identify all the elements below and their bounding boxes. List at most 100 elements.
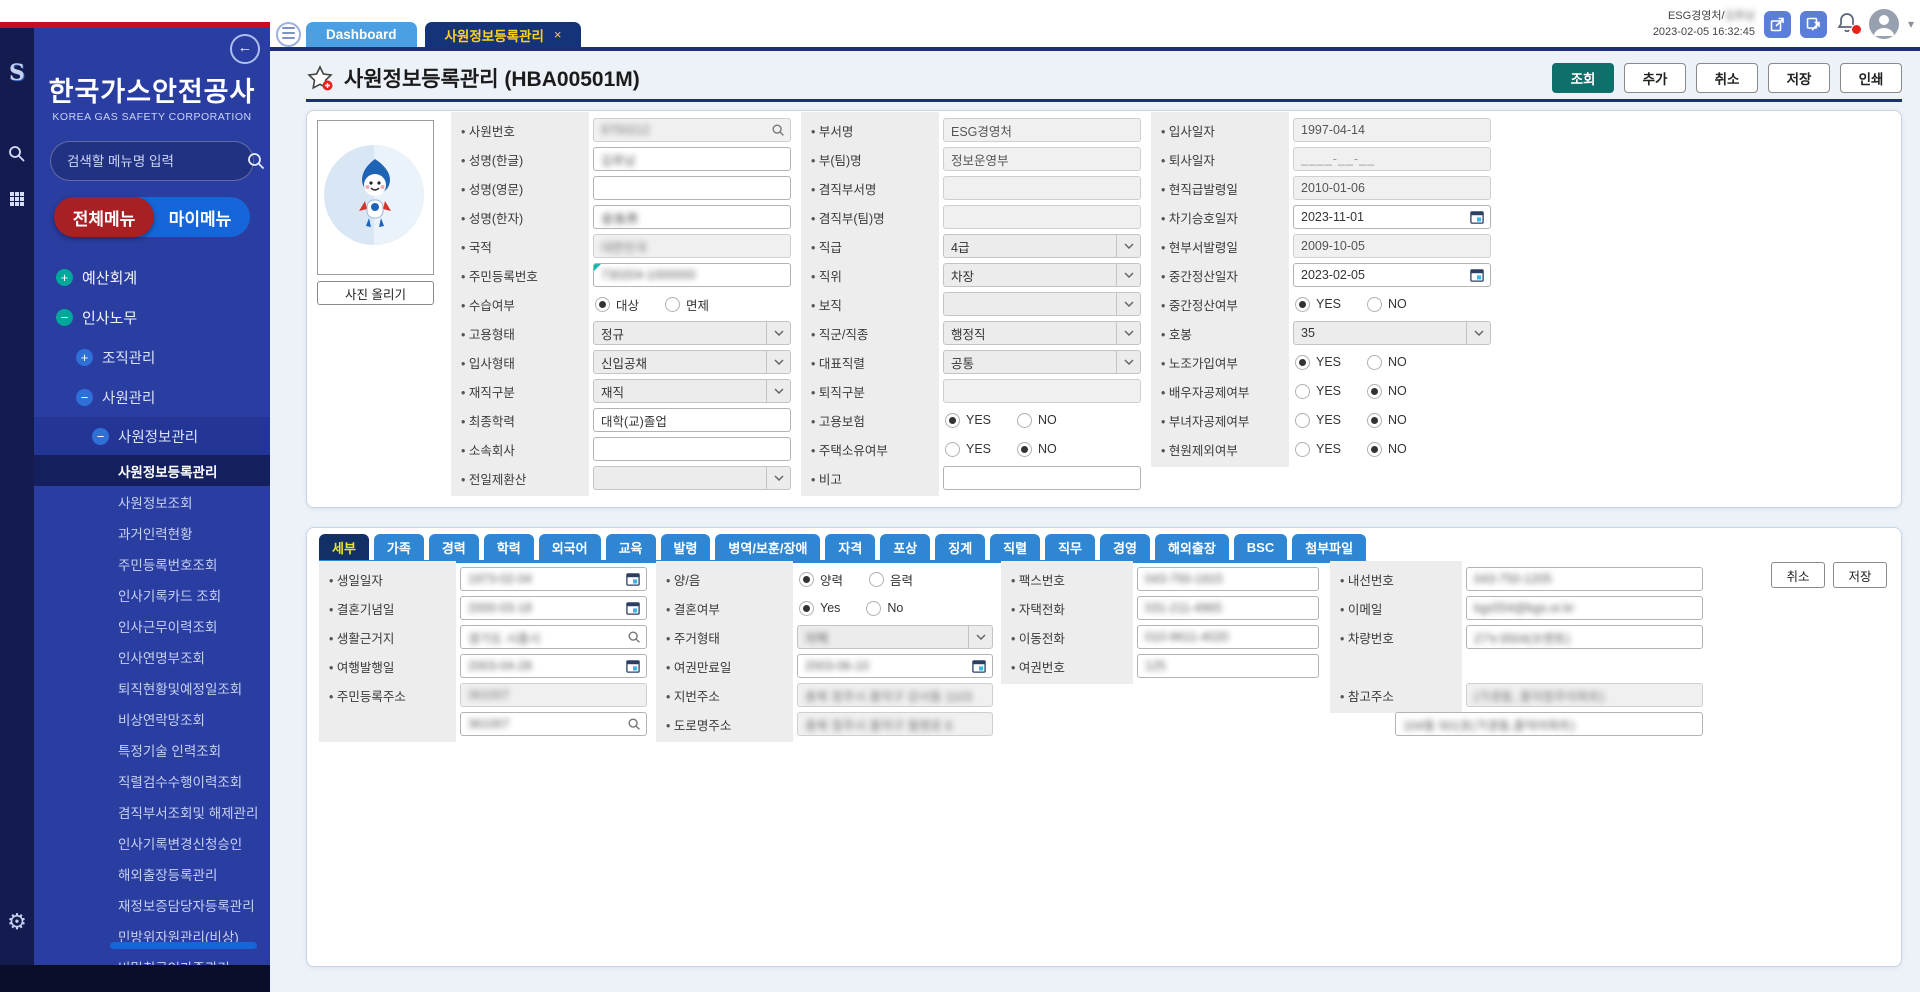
text-input[interactable] xyxy=(593,176,791,200)
calendar-icon[interactable] xyxy=(625,659,641,674)
sidebar-menu-item[interactable]: 인사기록변경신청승인 xyxy=(34,827,270,858)
radio-selected-icon[interactable] xyxy=(945,413,960,428)
detail-tab[interactable]: 자격 xyxy=(825,534,875,560)
text-input[interactable]: 125 xyxy=(1137,654,1319,678)
detail-tab[interactable]: 학력 xyxy=(484,534,534,560)
radio-option[interactable]: NO xyxy=(1367,413,1407,428)
page-tab[interactable]: 사원정보등록관리× xyxy=(425,22,582,47)
radio-selected-icon[interactable] xyxy=(1017,442,1032,457)
text-input[interactable]: 104동 501호(가경동,흥덕아파트) xyxy=(1395,712,1703,736)
text-input[interactable]: 010-9611-4020 xyxy=(1137,625,1319,649)
select-field[interactable]: 정규 xyxy=(593,321,791,345)
radio-selected-icon[interactable] xyxy=(1367,442,1382,457)
rail-search-icon[interactable] xyxy=(0,144,34,164)
radio-option[interactable]: NO xyxy=(1367,355,1407,370)
collapse-minus-icon[interactable]: − xyxy=(92,428,109,445)
detail-action-button[interactable]: 취소 xyxy=(1771,562,1825,588)
detail-tab[interactable]: 해외출장 xyxy=(1155,534,1229,560)
select-field[interactable]: 차장 xyxy=(943,263,1141,287)
radio-option[interactable]: Yes xyxy=(799,601,840,616)
sidebar-collapse-button[interactable]: ← xyxy=(230,34,260,64)
chevron-down-icon[interactable] xyxy=(1116,351,1140,373)
sidebar-menu-item[interactable]: 겸직부서조회및 해제관리 xyxy=(34,796,270,827)
radio-option[interactable]: No xyxy=(866,601,903,616)
menu-search-input[interactable] xyxy=(65,153,246,170)
select-field[interactable]: 행정직 xyxy=(943,321,1141,345)
detail-tab[interactable]: 직무 xyxy=(1045,534,1095,560)
sidebar-menu-item[interactable]: 인사근무이력조회 xyxy=(34,610,270,641)
sidebar-menu-item[interactable]: 사원정보등록관리 xyxy=(34,455,270,486)
favorite-star-icon[interactable] xyxy=(306,65,334,92)
radio-selected-icon[interactable] xyxy=(1367,413,1382,428)
action-button[interactable]: 저장 xyxy=(1768,63,1830,93)
avatar[interactable] xyxy=(1869,9,1899,39)
calendar-icon[interactable] xyxy=(1469,268,1485,283)
sidebar-menu-item[interactable]: 비상연락망조회 xyxy=(34,703,270,734)
radio-option[interactable]: YES xyxy=(1295,297,1341,312)
select-field[interactable]: 자택 xyxy=(797,625,993,649)
detail-tab[interactable]: 직렬 xyxy=(990,534,1040,560)
radio-icon[interactable] xyxy=(665,297,680,312)
chevron-down-icon[interactable] xyxy=(968,626,992,648)
sidebar-menu-item[interactable]: 사원정보조회 xyxy=(34,486,270,517)
date-input[interactable]: 2000-03-18 xyxy=(460,596,647,620)
share-window-icon[interactable] xyxy=(1800,11,1827,38)
radio-selected-icon[interactable] xyxy=(1295,297,1310,312)
radio-icon[interactable] xyxy=(1367,297,1382,312)
text-input[interactable]: 27누3504(쏘렌토) xyxy=(1466,625,1703,649)
detail-tab[interactable]: 교육 xyxy=(606,534,656,560)
detail-tab[interactable]: 경영 xyxy=(1100,534,1150,560)
chevron-down-icon[interactable] xyxy=(766,380,790,402)
menu-mode-tab[interactable]: 전체메뉴 xyxy=(54,197,154,237)
detail-tab[interactable]: 첨부파일 xyxy=(1292,534,1366,560)
text-input[interactable]: 031-211-4965 xyxy=(1137,596,1319,620)
chevron-down-icon[interactable] xyxy=(1116,293,1140,315)
detail-tab[interactable]: 발령 xyxy=(661,534,711,560)
sidebar-menu-item[interactable]: 비밀취급인가증관리 xyxy=(34,951,270,965)
rail-grid-icon[interactable] xyxy=(0,190,34,210)
chevron-down-icon[interactable] xyxy=(766,322,790,344)
select-field[interactable]: 공통 xyxy=(943,350,1141,374)
collapse-minus-icon[interactable]: − xyxy=(56,309,73,326)
detail-tab[interactable]: 세부 xyxy=(319,534,369,560)
chevron-down-icon[interactable] xyxy=(766,351,790,373)
search-icon[interactable] xyxy=(627,717,641,731)
radio-icon[interactable] xyxy=(1367,355,1382,370)
radio-selected-icon[interactable] xyxy=(799,572,814,587)
radio-selected-icon[interactable] xyxy=(1295,355,1310,370)
hamburger-menu-icon[interactable] xyxy=(276,22,301,47)
radio-option[interactable]: YES xyxy=(1295,355,1341,370)
radio-option[interactable]: NO xyxy=(1367,384,1407,399)
text-input[interactable]: 043-750-1205 xyxy=(1466,567,1703,591)
text-input[interactable]: kgs554@kgs.or.kr xyxy=(1466,596,1703,620)
radio-icon[interactable] xyxy=(866,601,881,616)
radio-icon[interactable] xyxy=(1295,413,1310,428)
radio-icon[interactable] xyxy=(1295,442,1310,457)
collapse-minus-icon[interactable]: − xyxy=(76,389,93,406)
select-field[interactable]: 4급 xyxy=(943,234,1141,258)
radio-option[interactable]: 음력 xyxy=(869,570,913,589)
sidebar-menu-item[interactable]: −사원정보관리 xyxy=(34,417,270,455)
sidebar-menu-item[interactable]: 직렬검수수행이력조회 xyxy=(34,765,270,796)
radio-option[interactable]: NO xyxy=(1367,442,1407,457)
sidebar-menu-item[interactable]: −사원관리 xyxy=(34,377,270,417)
radio-selected-icon[interactable] xyxy=(1367,384,1382,399)
sidebar-menu-item[interactable]: −인사노무 xyxy=(34,297,270,337)
sidebar-menu-item[interactable]: +예산회계 xyxy=(34,257,270,297)
sidebar-menu-item[interactable]: 특정기술 인력조회 xyxy=(34,734,270,765)
select-field[interactable]: 재직 xyxy=(593,379,791,403)
detail-action-button[interactable]: 저장 xyxy=(1833,562,1887,588)
sidebar-menu-item[interactable]: 주민등록번호조회 xyxy=(34,548,270,579)
radio-option[interactable]: NO xyxy=(1017,413,1057,428)
chevron-down-icon[interactable]: ▾ xyxy=(1908,17,1914,31)
radio-option[interactable]: YES xyxy=(1295,384,1341,399)
action-button[interactable]: 추가 xyxy=(1624,63,1686,93)
radio-icon[interactable] xyxy=(869,572,884,587)
action-button[interactable]: 인쇄 xyxy=(1840,63,1902,93)
chevron-down-icon[interactable] xyxy=(1116,235,1140,257)
search-input[interactable]: 9750212 xyxy=(593,118,791,142)
radio-option[interactable]: NO xyxy=(1017,442,1057,457)
chevron-down-icon[interactable] xyxy=(1466,322,1490,344)
expand-plus-icon[interactable]: + xyxy=(56,269,73,286)
date-input[interactable]: 1973-02-04 xyxy=(460,567,647,591)
